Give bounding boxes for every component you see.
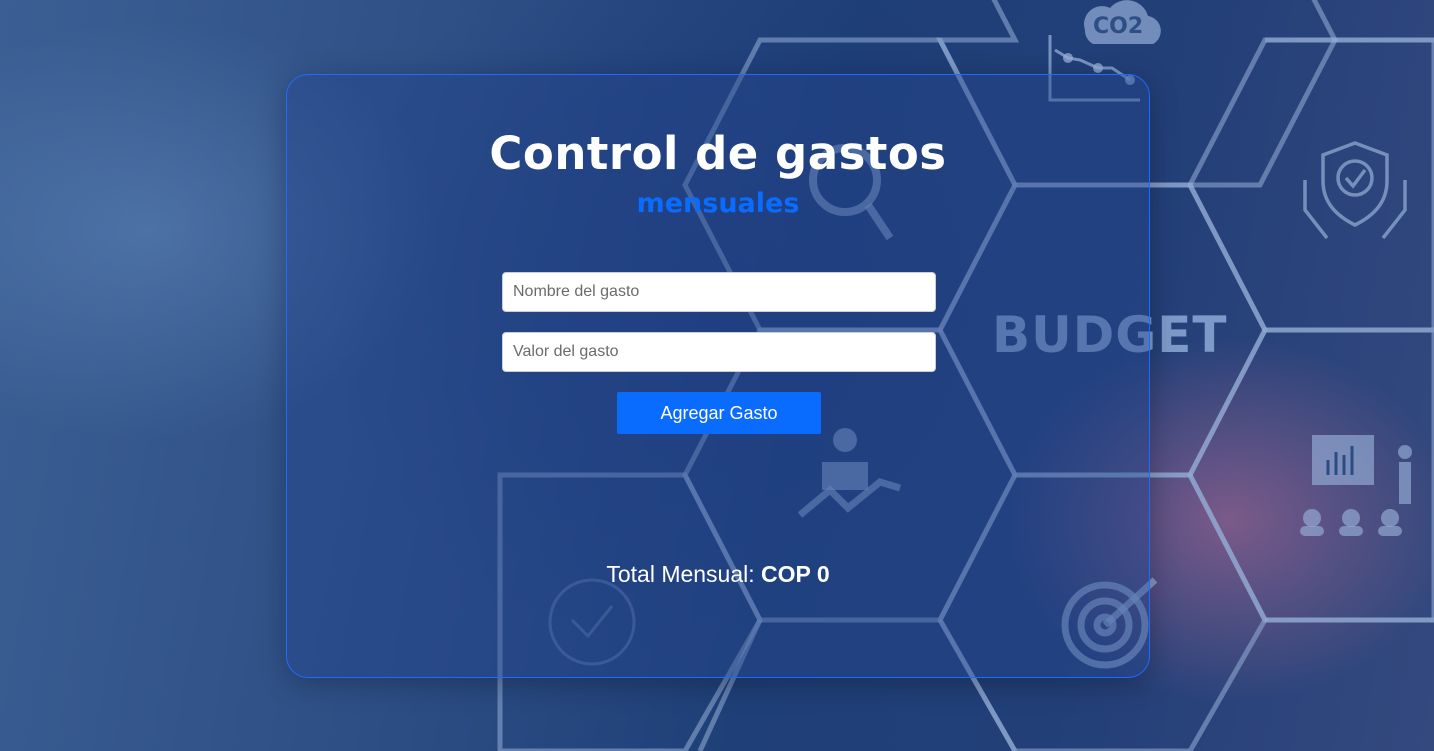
expense-card: Control de gastos mensuales Agregar Gast…: [286, 74, 1150, 678]
add-expense-button[interactable]: Agregar Gasto: [617, 392, 821, 434]
total-value: COP 0: [761, 561, 830, 587]
expense-name-input[interactable]: [502, 272, 936, 312]
expense-value-input[interactable]: [502, 332, 936, 372]
monthly-total: Total Mensual: COP 0: [287, 561, 1149, 588]
total-label: Total Mensual:: [606, 561, 755, 587]
page-subtitle: mensuales: [636, 188, 800, 219]
page-title: Control de gastos: [489, 127, 947, 180]
